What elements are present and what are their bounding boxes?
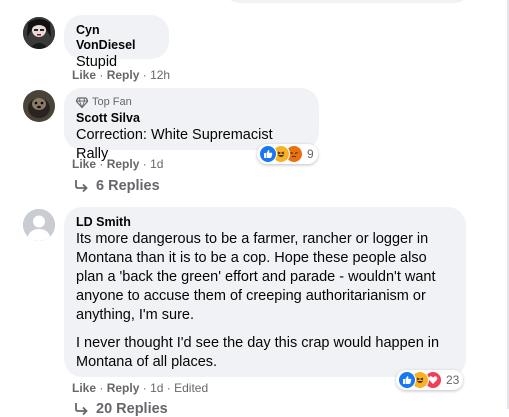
diamond-icon — [76, 96, 88, 108]
reaction-summary[interactable]: 23 — [396, 370, 464, 390]
comment-author[interactable]: Cyn VonDiesel — [76, 23, 157, 53]
comment-bubble: Top Fan Scott Silva Correction: White Su… — [64, 88, 319, 162]
like-icon — [398, 371, 416, 389]
previous-comment-bubble-edge — [222, 0, 472, 3]
separator-dot: · — [99, 68, 107, 82]
like-icon — [259, 145, 277, 163]
comment-timestamp[interactable]: 1d — [150, 381, 163, 395]
like-link[interactable]: Like — [72, 157, 96, 171]
like-link[interactable]: Like — [72, 68, 96, 82]
comment-bubble: Cyn VonDiesel Stupid — [64, 15, 169, 70]
view-replies-link[interactable]: 6 Replies — [74, 178, 160, 194]
comment-bubble: LD Smith Its more dangerous to be a farm… — [64, 207, 466, 377]
comment-timestamp[interactable]: 1d — [150, 157, 163, 171]
reaction-summary[interactable]: 9 — [257, 144, 318, 164]
comment-author[interactable]: LD Smith — [76, 215, 454, 230]
reaction-count: 23 — [446, 373, 460, 387]
edited-label: Edited — [174, 381, 209, 395]
comment-text: I never thought I'd see the day this cra… — [76, 335, 440, 370]
comment-timestamp[interactable]: 12h — [150, 68, 170, 82]
like-link[interactable]: Like — [72, 381, 96, 395]
reaction-count: 9 — [307, 147, 314, 161]
avatar[interactable] — [23, 17, 55, 49]
reply-link[interactable]: Reply — [107, 381, 140, 395]
top-fan-badge: Top Fan — [76, 95, 307, 109]
top-fan-label: Top Fan — [92, 96, 132, 108]
replies-label: 6 Replies — [96, 178, 160, 194]
profile-photo-icon — [23, 17, 55, 49]
separator-dot: · — [99, 381, 107, 395]
profile-photo-icon — [23, 90, 55, 122]
view-replies-link[interactable]: 20 Replies — [74, 401, 168, 417]
comment-author[interactable]: Scott Silva — [76, 111, 307, 126]
separator-dot: · — [142, 381, 151, 395]
comment-text: Its more dangerous to be a farmer, ranch… — [76, 231, 436, 323]
comment-actions: Like · Reply · 1d · Edited — [72, 381, 208, 395]
comment-actions: Like · Reply · 12h — [72, 68, 170, 82]
reply-arrow-icon — [75, 403, 88, 415]
reply-arrow-icon — [75, 180, 88, 192]
avatar[interactable] — [23, 90, 55, 122]
separator-dot: · — [142, 68, 151, 82]
default-avatar-icon — [23, 209, 55, 241]
separator-dot: · — [99, 157, 107, 171]
separator-dot: · — [142, 157, 151, 171]
avatar[interactable] — [23, 209, 55, 241]
reply-link[interactable]: Reply — [107, 68, 140, 82]
replies-label: 20 Replies — [96, 401, 168, 417]
comment-actions: Like · Reply · 1d — [72, 157, 163, 171]
reply-link[interactable]: Reply — [107, 157, 140, 171]
